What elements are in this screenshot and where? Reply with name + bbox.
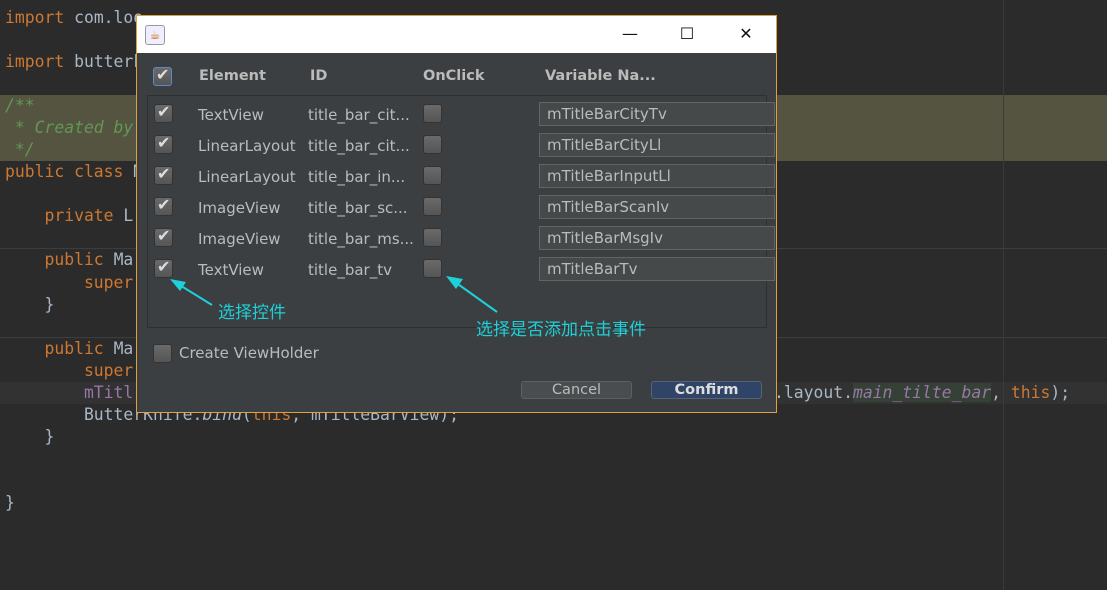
arrow-line (177, 283, 213, 306)
arrow-head-icon (170, 279, 186, 291)
arrow-line (454, 281, 498, 313)
annotation-select-onclick: 选择是否添加点击事件 (476, 320, 646, 340)
annotation-select-control: 选择控件 (218, 303, 286, 323)
annotation-arrows (170, 276, 498, 313)
